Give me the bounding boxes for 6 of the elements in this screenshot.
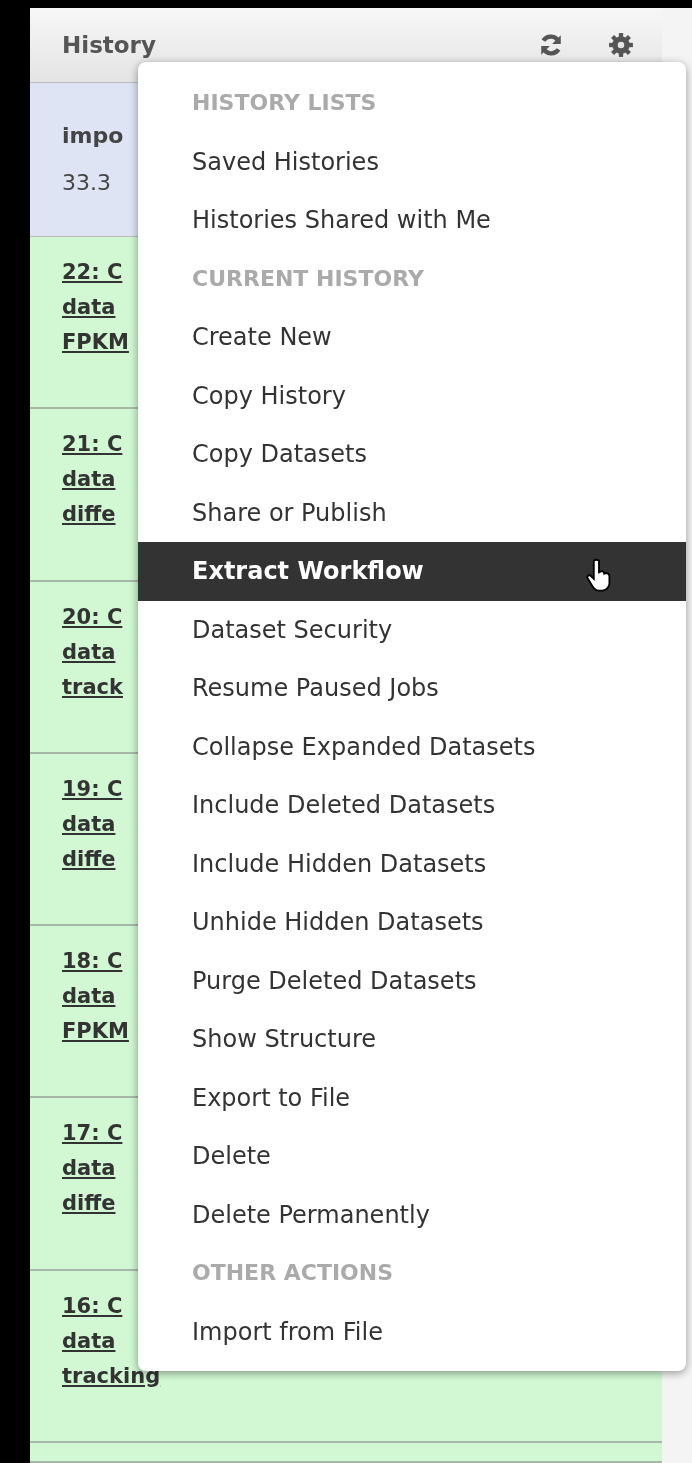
- history-size: 33.3: [62, 170, 112, 196]
- panel-title: History: [62, 31, 157, 58]
- menu-section-header: HISTORY LISTS: [191, 89, 378, 117]
- menu-section-header: OTHER ACTIONS: [191, 1259, 395, 1287]
- history-name: impo: [62, 123, 125, 149]
- menu-section-header: CURRENT HISTORY: [191, 264, 425, 293]
